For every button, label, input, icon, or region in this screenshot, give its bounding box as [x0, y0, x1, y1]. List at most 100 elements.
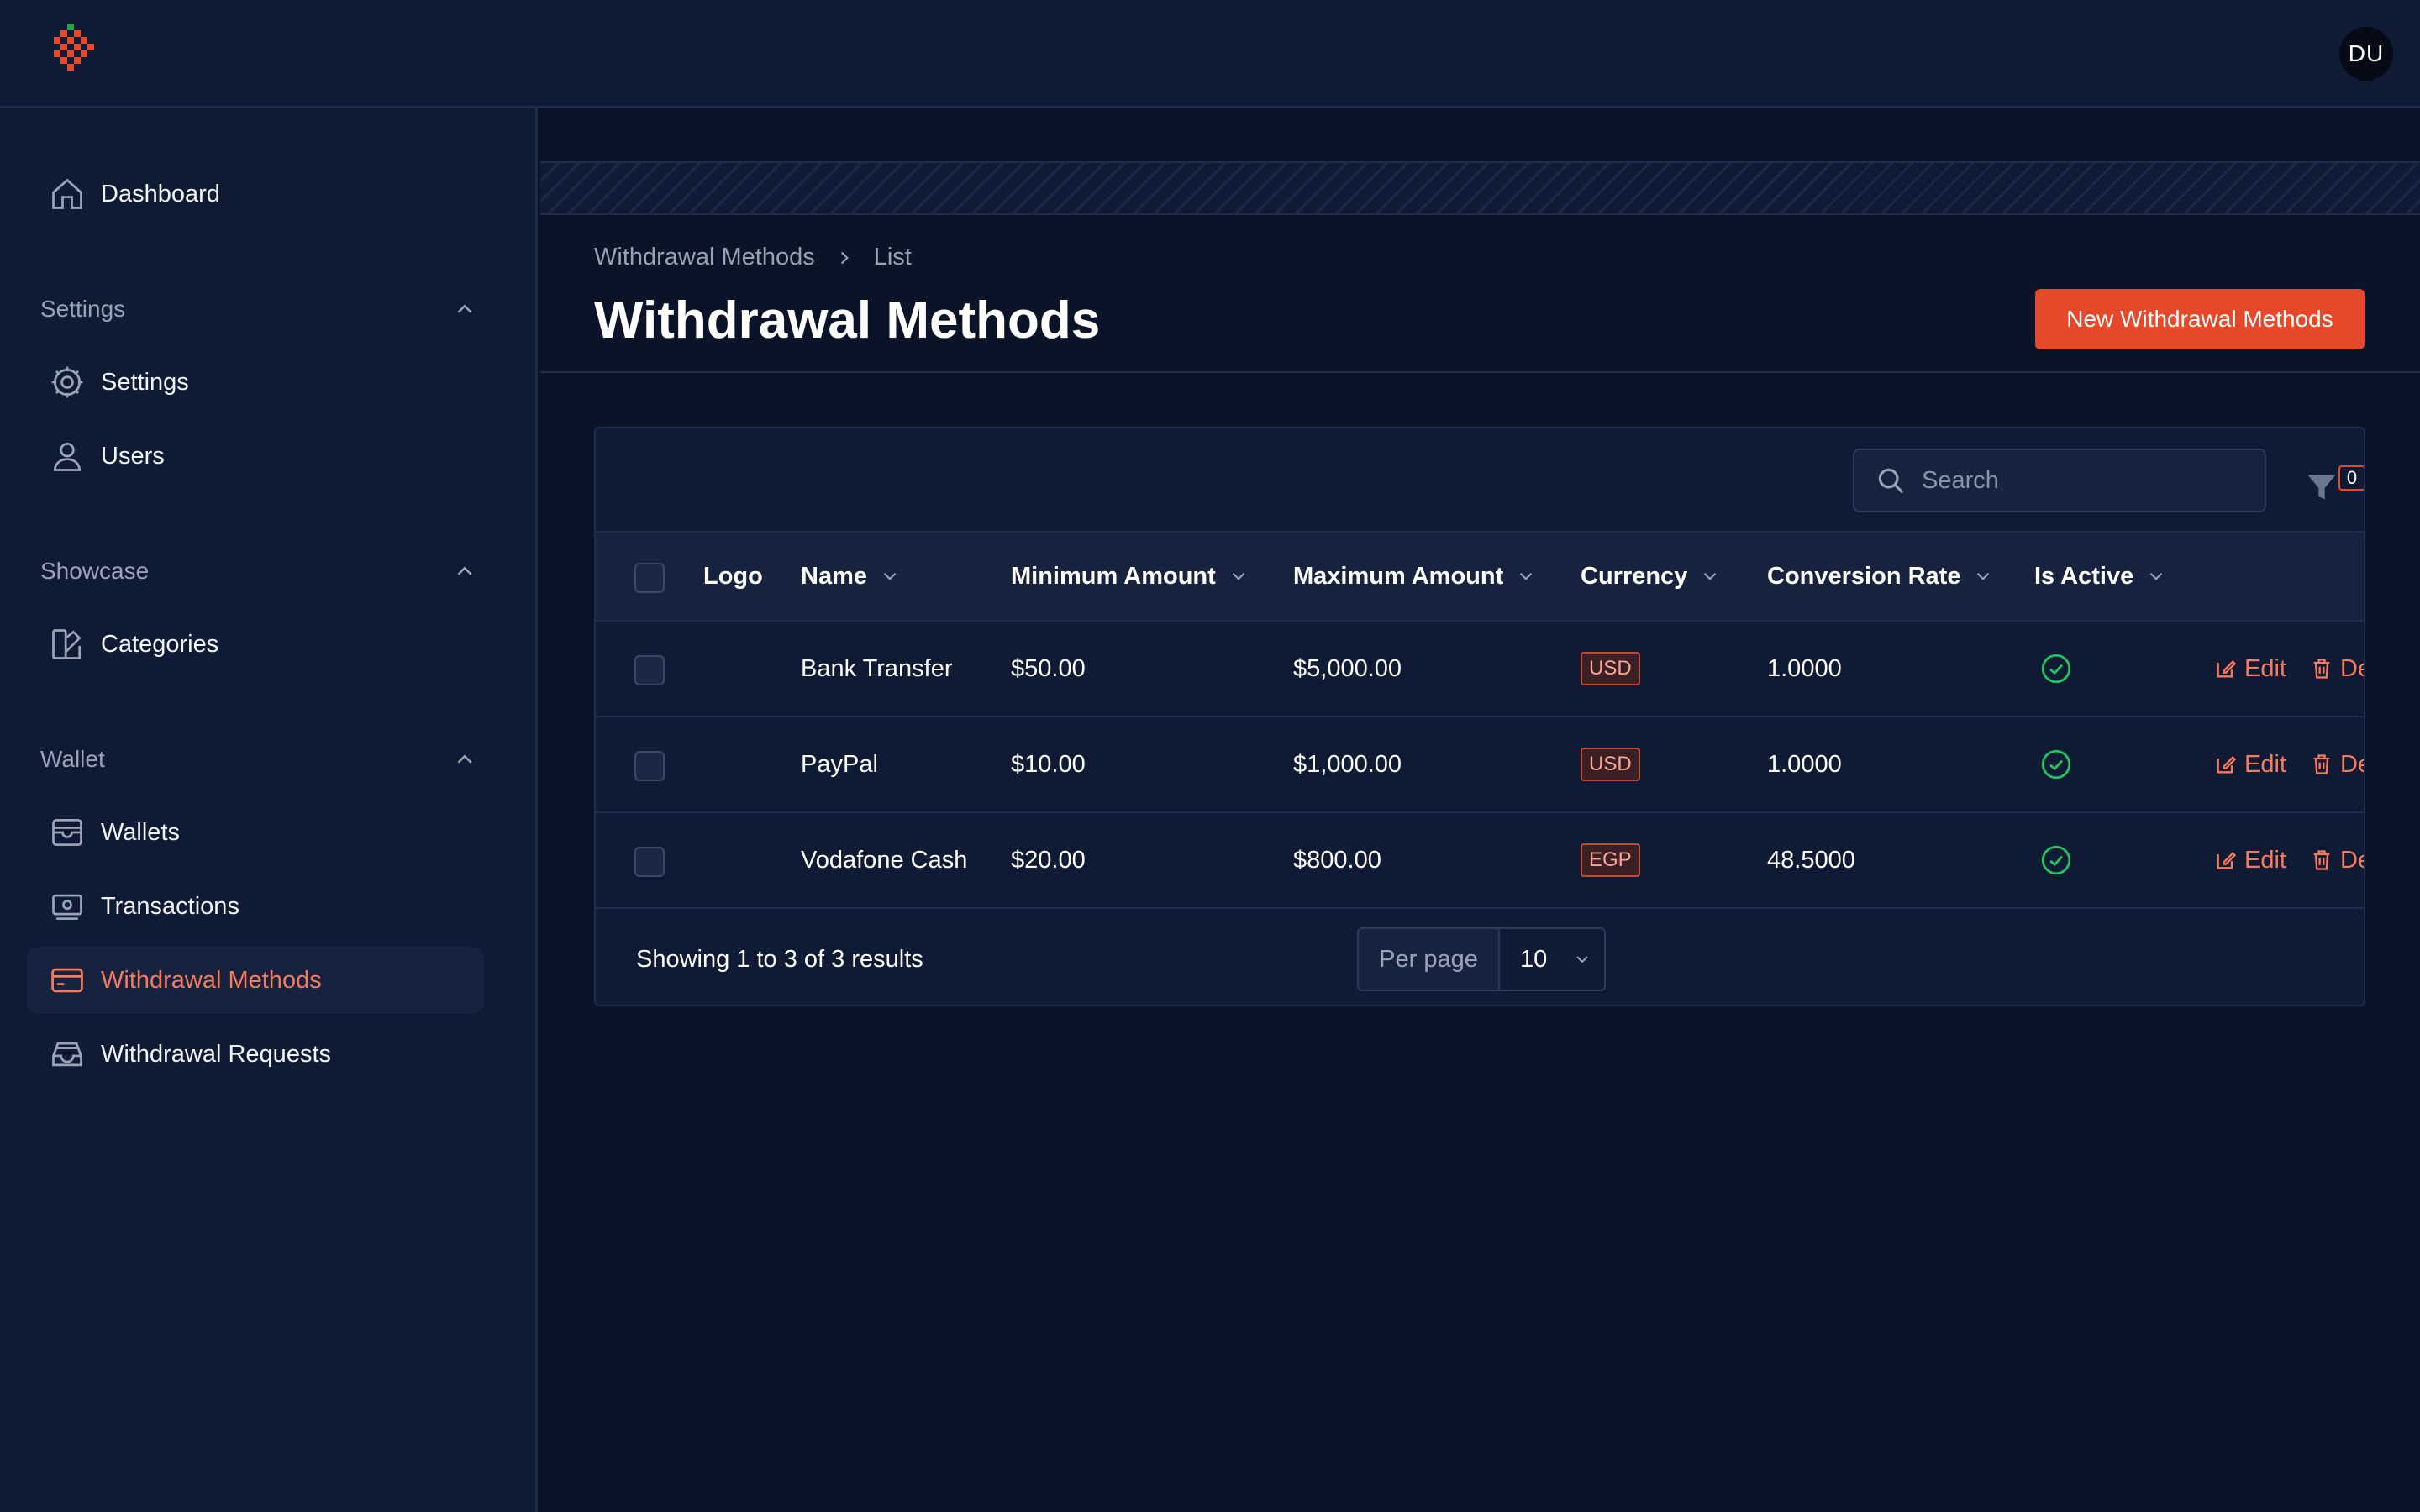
sidebar-item-transactions[interactable]: Transactions — [27, 873, 484, 940]
delete-action[interactable]: De — [2310, 717, 2364, 811]
avatar[interactable]: DU — [2339, 27, 2393, 81]
cell-currency: USD — [1581, 717, 1640, 811]
sidebar-item-label: Transactions — [101, 892, 239, 920]
currency-badge: USD — [1581, 748, 1640, 781]
sidebar-group-label: Wallet — [40, 746, 105, 772]
sidebar: Dashboard Settings Settings Users Showca… — [0, 108, 538, 1512]
sidebar-item-label: Settings — [101, 368, 189, 396]
chevron-down-icon — [1520, 572, 1533, 580]
table-row[interactable]: Bank Transfer $50.00 $5,000.00 USD 1.000… — [596, 622, 2364, 717]
select-all-checkbox[interactable] — [634, 563, 665, 593]
breadcrumb-parent[interactable]: Withdrawal Methods — [594, 244, 815, 271]
cell-maximum-amount: $800.00 — [1293, 846, 1381, 874]
sidebar-group-settings[interactable]: Settings — [40, 284, 477, 334]
chevron-down-icon — [2149, 572, 2163, 580]
trash-icon — [2313, 850, 2330, 870]
table-footer: Showing 1 to 3 of 3 results Per page 10 — [596, 909, 2364, 1005]
table-row[interactable]: PayPal $10.00 $1,000.00 USD 1.0000 Edit … — [596, 717, 2364, 813]
trash-icon — [2313, 754, 2330, 774]
column-minimum-amount[interactable]: Minimum Amount — [1011, 533, 1249, 620]
sidebar-group-label: Showcase — [40, 558, 150, 584]
chevron-down-icon — [1232, 572, 1245, 580]
sidebar-item-categories[interactable]: Categories — [27, 611, 484, 678]
delete-action[interactable]: De — [2310, 622, 2364, 716]
logo-icon[interactable] — [54, 24, 108, 84]
cell-currency: USD — [1581, 622, 1640, 716]
column-logo: Logo — [703, 562, 763, 590]
edit-icon — [2217, 660, 2237, 678]
banknote-icon — [34, 873, 101, 940]
sidebar-group-label: Settings — [40, 296, 126, 322]
results-summary: Showing 1 to 3 of 3 results — [636, 946, 923, 973]
cell-name: Bank Transfer — [801, 654, 953, 682]
decorative-banner — [540, 161, 2420, 215]
edit-action[interactable]: Edit — [2214, 813, 2286, 907]
check-circle-icon — [2039, 717, 2074, 811]
chevron-up-icon — [457, 754, 472, 764]
chevron-up-icon — [457, 566, 472, 575]
cell-minimum-amount: $10.00 — [1011, 750, 1086, 778]
per-page-select[interactable]: Per page 10 — [1357, 927, 1606, 991]
sidebar-item-label: Dashboard — [101, 180, 220, 207]
sidebar-group-wallet[interactable]: Wallet — [40, 734, 477, 785]
currency-badge: USD — [1581, 652, 1640, 685]
sidebar-item-users[interactable]: Users — [27, 423, 484, 490]
column-conversion-rate[interactable]: Conversion Rate — [1767, 533, 1994, 620]
cell-maximum-amount: $5,000.00 — [1293, 654, 1402, 682]
column-currency[interactable]: Currency — [1581, 533, 1721, 620]
column-name[interactable]: Name — [801, 533, 901, 620]
top-bar: DU — [0, 0, 2420, 108]
cell-currency: EGP — [1581, 813, 1640, 907]
inbox-icon — [34, 1021, 101, 1088]
table-card: 0 Logo Name Minimum Amount Maximum Amoun… — [594, 427, 2365, 1006]
per-page-label: Per page — [1359, 929, 1500, 990]
sidebar-item-dashboard[interactable]: Dashboard — [27, 160, 484, 228]
cell-minimum-amount: $20.00 — [1011, 846, 1086, 874]
chevron-down-icon — [1977, 572, 1990, 580]
breadcrumb: Withdrawal Methods List — [594, 244, 912, 271]
column-is-active[interactable]: Is Active — [2034, 533, 2167, 620]
cell-maximum-amount: $1,000.00 — [1293, 750, 1402, 778]
sidebar-item-settings[interactable]: Settings — [27, 349, 484, 416]
edit-icon — [2217, 756, 2237, 774]
sidebar-item-wallets[interactable]: Wallets — [27, 799, 484, 866]
categories-icon — [34, 611, 101, 678]
cell-minimum-amount: $50.00 — [1011, 654, 1086, 682]
page-title: Withdrawal Methods — [594, 291, 1101, 349]
filter-count-badge: 0 — [2338, 465, 2364, 491]
table-header: Logo Name Minimum Amount Maximum Amount … — [596, 531, 2364, 622]
filter-button[interactable]: 0 — [2293, 455, 2364, 516]
row-checkbox[interactable] — [634, 847, 665, 877]
chevron-down-icon — [1704, 572, 1717, 580]
per-page-value[interactable]: 10 — [1500, 929, 1604, 990]
sidebar-item-label: Wallets — [101, 818, 180, 846]
search-box — [1853, 449, 2266, 512]
currency-badge: EGP — [1581, 843, 1640, 877]
table-row[interactable]: Vodafone Cash $20.00 $800.00 EGP 48.5000… — [596, 813, 2364, 909]
sidebar-item-label: Withdrawal Requests — [101, 1040, 331, 1068]
sidebar-item-withdrawal-requests[interactable]: Withdrawal Requests — [27, 1021, 484, 1088]
delete-action[interactable]: De — [2310, 813, 2364, 907]
column-maximum-amount[interactable]: Maximum Amount — [1293, 533, 1537, 620]
filter-icon — [2307, 475, 2336, 500]
sidebar-item-withdrawal-methods[interactable]: Withdrawal Methods — [27, 947, 484, 1014]
row-checkbox[interactable] — [634, 751, 665, 781]
search-input[interactable] — [1922, 466, 2241, 495]
chevron-right-icon — [834, 247, 855, 269]
home-icon — [34, 160, 101, 228]
edit-action[interactable]: Edit — [2214, 622, 2286, 716]
search-icon — [1878, 468, 1904, 494]
user-icon — [34, 423, 101, 490]
sidebar-item-label: Withdrawal Methods — [101, 966, 322, 994]
edit-action[interactable]: Edit — [2214, 717, 2286, 811]
sidebar-group-showcase[interactable]: Showcase — [40, 546, 477, 596]
row-checkbox[interactable] — [634, 655, 665, 685]
credit-card-icon — [34, 947, 101, 1014]
chevron-down-icon — [1576, 956, 1588, 963]
sidebar-item-label: Categories — [101, 630, 219, 658]
trash-icon — [2313, 659, 2330, 679]
cell-name: PayPal — [801, 750, 878, 778]
chevron-up-icon — [457, 304, 472, 313]
new-withdrawal-method-button[interactable]: New Withdrawal Methods — [2035, 289, 2365, 349]
check-circle-icon — [2039, 813, 2074, 907]
